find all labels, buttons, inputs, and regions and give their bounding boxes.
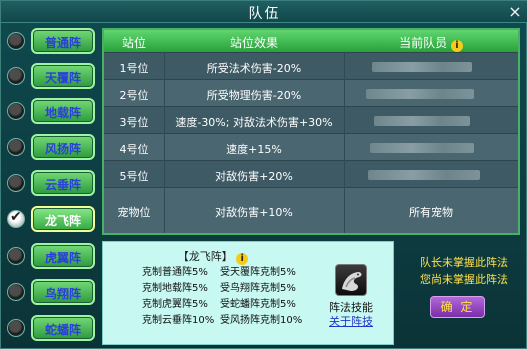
formation-row[interactable]: 普通阵 (5, 27, 97, 55)
formation-row[interactable]: 云垂阵 (5, 169, 97, 197)
table-row: 3号位 速度-30%; 对敌法术伤害+30% (104, 106, 518, 133)
formation-button[interactable]: 天覆阵 (31, 63, 95, 89)
formation-button[interactable]: 普通阵 (31, 28, 95, 54)
header-member: 当前队员 i (344, 34, 518, 52)
column-divider (344, 52, 345, 233)
formation-radio[interactable] (7, 247, 25, 265)
position-table: 站位 站位效果 当前队员 i 1号位 所受法术伤害-20% 2号位 所受物理伤害… (102, 28, 520, 235)
table-row: 4号位 速度+15% (104, 133, 518, 160)
formation-radio[interactable] (7, 283, 25, 301)
header-effect: 站位效果 (229, 36, 278, 50)
formation-row[interactable]: 蛇蟠阵 (5, 314, 97, 342)
row-position: 1号位 (119, 62, 149, 75)
formation-row[interactable]: 天覆阵 (5, 62, 97, 90)
formation-info-name: 【龙飞阵】 (177, 250, 233, 263)
formation-button[interactable]: 蛇蟠阵 (31, 315, 95, 341)
formation-label: 蛇蟠阵 (44, 323, 81, 337)
member-name-obscured (370, 143, 474, 153)
formation-row[interactable]: 风扬阵 (5, 133, 97, 161)
formation-radio-checked[interactable] (7, 209, 25, 228)
formation-label: 云垂阵 (44, 178, 81, 192)
formation-row[interactable]: 虎翼阵 (5, 242, 97, 270)
formation-label: 龙飞阵 (44, 214, 81, 228)
player-status-text: 您尚未掌握此阵法 (420, 273, 508, 286)
close-button[interactable]: × (506, 3, 524, 21)
formation-button[interactable]: 云垂阵 (31, 170, 95, 196)
restrain-text: 克制地载阵5% (142, 283, 208, 294)
restrain-text: 受鸟翔阵克制5% (220, 283, 296, 294)
restrain-text: 克制云垂阵10% (142, 315, 215, 326)
formation-radio[interactable] (7, 138, 25, 156)
dragon-icon[interactable] (335, 264, 367, 296)
restrain-text: 克制普通阵5% (142, 267, 208, 278)
member-name-obscured (374, 116, 470, 126)
formation-radio[interactable] (7, 174, 25, 192)
formation-row[interactable]: 龙飞阵 (5, 205, 97, 233)
formation-radio[interactable] (7, 32, 25, 50)
window-title: 队伍 (248, 6, 281, 22)
header-position: 站位 (121, 36, 146, 50)
formation-button[interactable]: 虎翼阵 (31, 243, 95, 269)
formation-radio[interactable] (7, 102, 25, 120)
formation-label: 天覆阵 (44, 71, 81, 85)
row-effect: 对敌伤害+10% (215, 206, 293, 219)
formation-button[interactable]: 鸟翔阵 (31, 279, 95, 305)
member-name-obscured (372, 62, 472, 72)
confirm-button[interactable]: 确 定 (430, 296, 485, 318)
formation-label: 地载阵 (44, 106, 81, 120)
row-position: 4号位 (119, 143, 149, 156)
column-divider (164, 52, 165, 233)
restrain-text: 克制虎翼阵5% (142, 299, 208, 310)
row-effect: 速度-30%; 对敌法术伤害+30% (175, 116, 333, 129)
restrain-text: 受风扬阵克制10% (220, 315, 303, 326)
table-row: 1号位 所受法术伤害-20% (104, 52, 518, 79)
formation-button[interactable]: 地载阵 (31, 98, 95, 124)
title-bar: 队伍 × (1, 1, 527, 23)
formation-label: 普通阵 (44, 36, 81, 50)
member-name-obscured (366, 89, 474, 99)
formation-info-panel: 【龙飞阵】 i 克制普通阵5% 受天覆阵克制5% 克制地载阵5% 受鸟翔阵克制5… (102, 241, 394, 345)
restrain-text: 受蛇蟠阵克制5% (220, 299, 296, 310)
member-name-obscured (368, 170, 480, 180)
formation-row[interactable]: 鸟翔阵 (5, 278, 97, 306)
table-row: 宠物位 对敌伤害+10% 所有宠物 (104, 187, 518, 233)
row-position: 5号位 (119, 170, 149, 183)
table-header: 站位 站位效果 当前队员 i (104, 30, 518, 52)
row-member: 所有宠物 (409, 206, 453, 219)
row-position: 2号位 (119, 89, 149, 102)
formation-button-active[interactable]: 龙飞阵 (31, 206, 95, 232)
restrain-text: 受天覆阵克制5% (220, 267, 296, 278)
header-member-label: 当前队员 (399, 36, 448, 50)
team-window: 队伍 × 普通阵 天覆阵 地载阵 风扬阵 云垂阵 龙飞阵 虎 (0, 0, 527, 349)
leader-status-text: 队长未掌握此阵法 (420, 256, 508, 269)
formation-label: 鸟翔阵 (44, 287, 81, 301)
info-icon[interactable]: i (450, 40, 463, 52)
table-row: 2号位 所受物理伤害-20% (104, 79, 518, 106)
row-effect: 所受法术伤害-20% (206, 62, 302, 75)
about-skill-link[interactable]: 关于阵技 (325, 313, 377, 329)
formation-row[interactable]: 地载阵 (5, 97, 97, 125)
row-position: 宠物位 (117, 206, 151, 219)
row-effect: 速度+15% (226, 143, 282, 156)
table-row: 5号位 对敌伤害+20% (104, 160, 518, 187)
formation-button[interactable]: 风扬阵 (31, 134, 95, 160)
row-position: 3号位 (119, 116, 149, 129)
formation-radio[interactable] (7, 319, 25, 337)
row-effect: 对敌伤害+20% (215, 170, 293, 183)
formation-radio[interactable] (7, 67, 25, 85)
formation-label: 虎翼阵 (44, 251, 81, 265)
row-effect: 所受物理伤害-20% (206, 89, 302, 102)
formation-label: 风扬阵 (44, 142, 81, 156)
